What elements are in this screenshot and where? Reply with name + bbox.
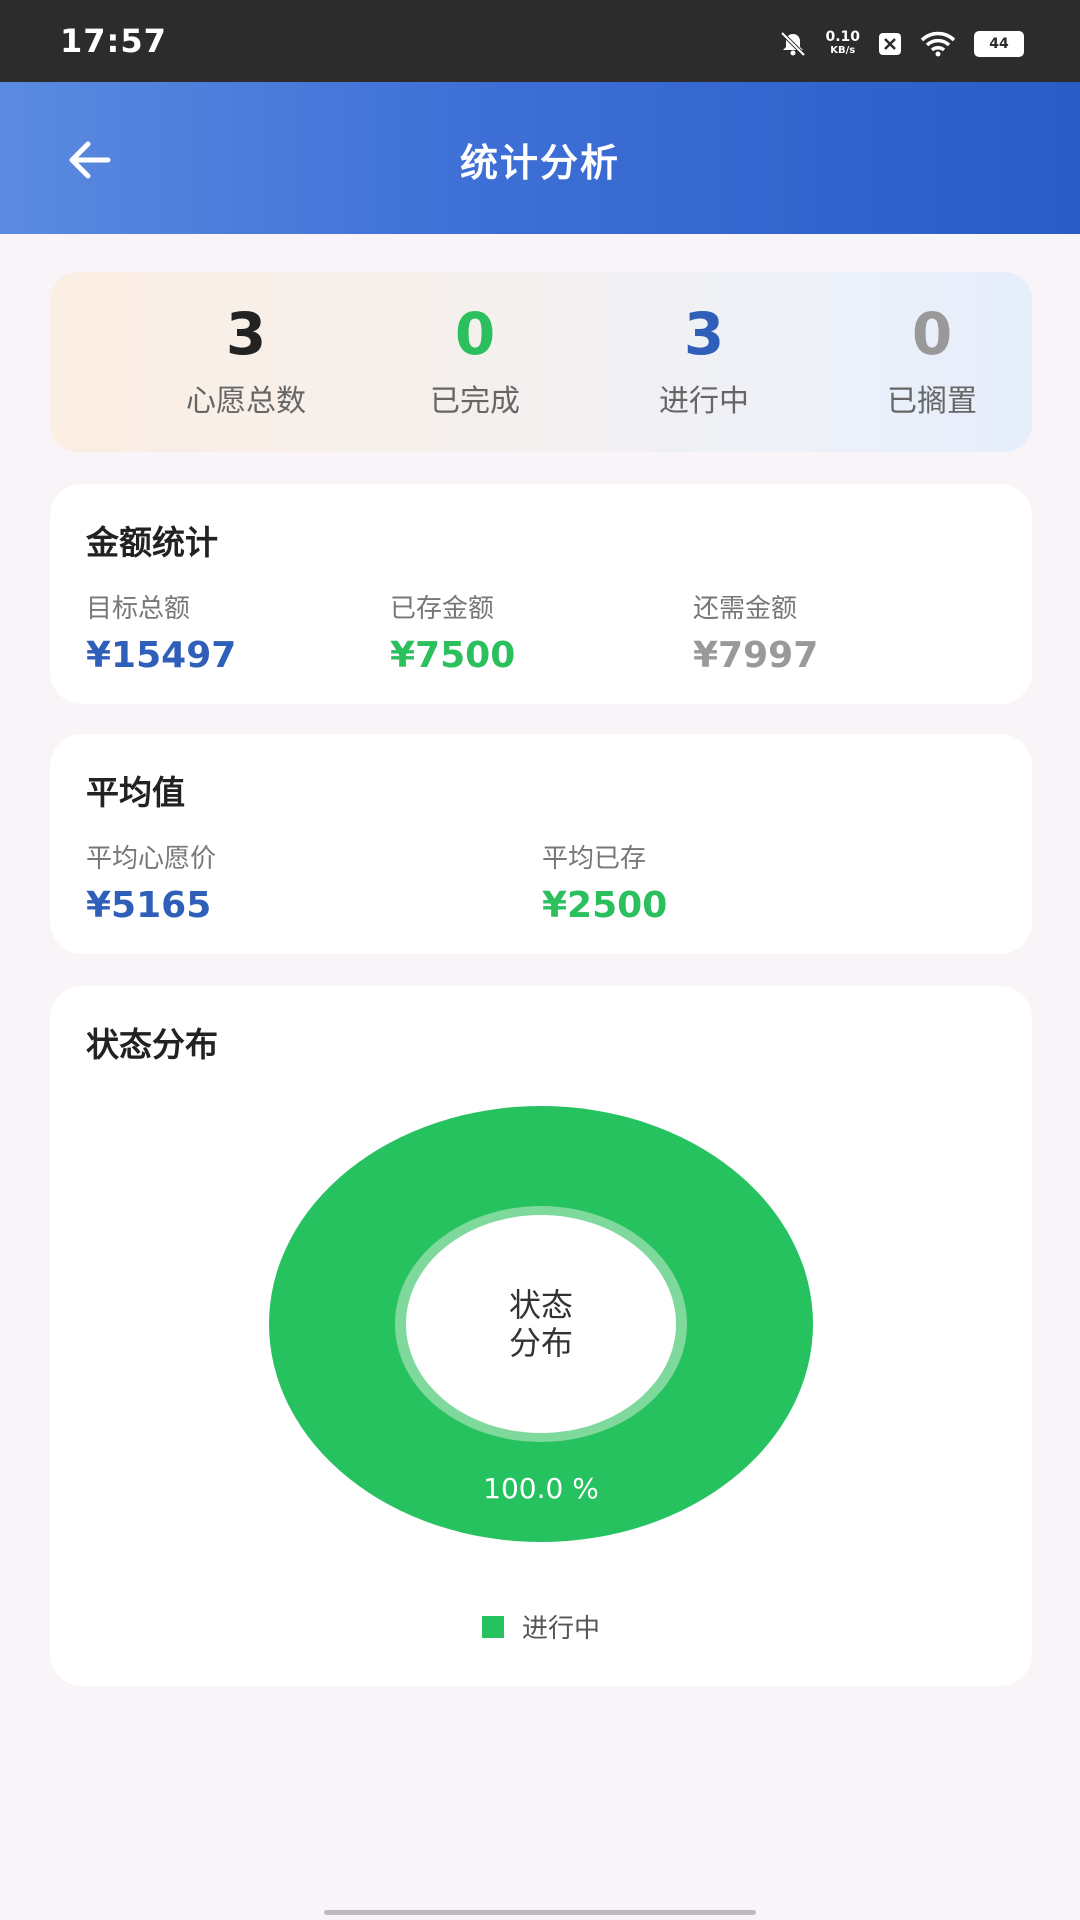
donut-center-line2: 分布 — [509, 1324, 573, 1362]
notification-icon — [879, 33, 901, 55]
summary-total: 3 心愿总数 — [146, 302, 346, 420]
summary-shelved-value: 0 — [911, 300, 953, 368]
avg-saved-value: ¥2500 — [542, 885, 668, 926]
status-bar: 17:57 0.10 KB/s 44 — [0, 0, 1080, 82]
summary-total-label: 心愿总数 — [186, 384, 306, 419]
target-total-label: 目标总额 — [86, 594, 191, 624]
avg-saved-field: 平均已存 ¥2500 — [542, 838, 667, 926]
summary-completed-value: 0 — [454, 300, 496, 368]
status-time: 17:57 — [60, 22, 167, 60]
summary-in-progress-label: 进行中 — [659, 384, 749, 419]
target-total-field: 目标总额 ¥15497 — [86, 588, 236, 676]
summary-total-value: 3 — [225, 300, 267, 368]
summary-card: 3 心愿总数 0 已完成 3 进行中 0 已搁置 — [50, 272, 1032, 452]
legend-label: 进行中 — [521, 1614, 600, 1644]
donut-chart: 状态 分布 100.0 % — [269, 1106, 813, 1542]
averages-title: 平均值 — [86, 773, 185, 812]
summary-completed-label: 已完成 — [430, 384, 520, 419]
remaining-amount-field: 还需金额 ¥7997 — [693, 588, 818, 676]
summary-shelved: 0 已搁置 — [832, 302, 1032, 420]
home-indicator[interactable] — [324, 1910, 756, 1915]
saved-amount-field: 已存金额 ¥7500 — [390, 588, 515, 676]
averages-card: 平均值 平均心愿价 ¥5165 平均已存 ¥2500 — [50, 734, 1032, 954]
legend-swatch — [481, 1615, 504, 1638]
page-title: 统计分析 — [459, 141, 620, 185]
status-icons: 0.10 KB/s 44 — [779, 30, 1024, 58]
mute-bell-icon — [781, 31, 806, 57]
remaining-amount-value: ¥7997 — [693, 635, 819, 676]
saved-amount-value: ¥7500 — [390, 635, 516, 676]
amount-stats-card: 金额统计 目标总额 ¥15497 已存金额 ¥7500 还需金额 ¥7997 — [50, 484, 1032, 704]
summary-in-progress: 3 进行中 — [604, 302, 804, 420]
amount-stats-title: 金额统计 — [86, 523, 218, 562]
saved-amount-label: 已存金额 — [390, 594, 495, 624]
donut-center-line1: 状态 — [509, 1286, 573, 1324]
status-distribution-card: 状态分布 状态 分布 100.0 % 进行中 — [50, 986, 1032, 1686]
status-distribution-title: 状态分布 — [86, 1025, 218, 1064]
remaining-amount-label: 还需金额 — [693, 594, 798, 624]
wifi-icon — [920, 31, 956, 57]
battery-icon: 44 — [974, 31, 1024, 57]
net-speed-value: 0.10 — [825, 29, 860, 45]
summary-shelved-label: 已搁置 — [887, 384, 977, 419]
avg-price-value: ¥5165 — [86, 885, 212, 926]
summary-completed: 0 已完成 — [375, 302, 575, 420]
chart-legend[interactable]: 进行中 — [50, 1608, 1032, 1645]
avg-price-field: 平均心愿价 ¥5165 — [86, 838, 216, 926]
net-speed: 0.10 KB/s — [825, 30, 860, 58]
net-speed-unit: KB/s — [830, 45, 856, 56]
status-chart: 状态 分布 100.0 % — [50, 1106, 1032, 1586]
avg-saved-label: 平均已存 — [542, 844, 647, 874]
app-bar: 统计分析 — [0, 82, 1080, 234]
slice-label: 100.0 % — [483, 1472, 599, 1505]
summary-in-progress-value: 3 — [683, 300, 725, 368]
avg-price-label: 平均心愿价 — [86, 844, 217, 874]
target-total-value: ¥15497 — [86, 635, 237, 676]
